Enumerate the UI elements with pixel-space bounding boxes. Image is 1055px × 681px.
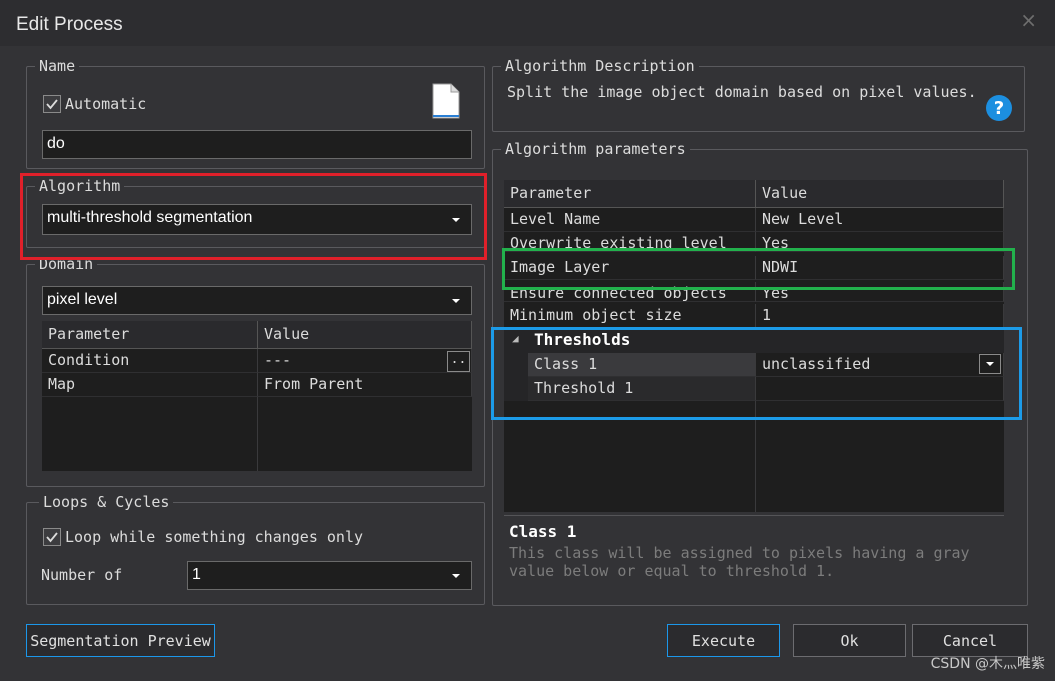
table-row[interactable]: Class 1 [528, 353, 756, 377]
table-row[interactable]: Overwrite existing level [504, 232, 756, 252]
description-group: Algorithm Description Split the image ob… [492, 57, 1025, 132]
ellipsis-button[interactable]: .. [447, 351, 470, 372]
automatic-label: Automatic [65, 95, 147, 113]
help-icon[interactable]: ? [985, 94, 1013, 122]
domain-select-value: pixel level [47, 291, 118, 308]
number-of-label: Number of [41, 566, 123, 584]
grid-divider [257, 397, 258, 471]
chevron-down-icon[interactable] [979, 354, 1001, 374]
document-icon[interactable] [432, 83, 460, 119]
number-of-value: 1 [192, 566, 201, 583]
parameters-group: Algorithm parameters Parameter Value Lev… [492, 140, 1028, 606]
table-cell[interactable]: Yes [756, 282, 1004, 302]
algorithm-select-value: multi-threshold segmentation [47, 209, 253, 226]
close-icon[interactable]: × [1020, 8, 1037, 32]
class1-value[interactable]: unclassified [756, 353, 1004, 377]
chevron-down-icon[interactable] [445, 565, 467, 587]
table-row[interactable]: Threshold 1 [528, 377, 756, 401]
name-group: Name Automatic do [26, 57, 485, 169]
domain-col-value: Value [258, 321, 472, 349]
thresholds-category[interactable]: ◢ Thresholds [504, 329, 1004, 353]
domain-grid: Parameter Value Condition --- .. Map Fro… [42, 321, 472, 471]
description-legend: Algorithm Description [501, 57, 699, 75]
threshold-gutter [504, 353, 528, 401]
domain-select[interactable]: pixel level [42, 286, 472, 315]
dialog-client: Name Automatic do Algorithm multi-thresh… [0, 46, 1055, 681]
checkmark-icon [46, 99, 58, 110]
name-field[interactable]: do [42, 130, 472, 159]
collapse-triangle-icon[interactable]: ◢ [512, 332, 519, 345]
ok-button[interactable]: Ok [793, 624, 906, 657]
automatic-checkbox[interactable] [43, 95, 61, 113]
algorithm-legend: Algorithm [35, 177, 125, 195]
threshold1-value[interactable] [756, 377, 1004, 401]
info-divider [504, 515, 1004, 516]
table-cell[interactable]: NDWI [756, 256, 1004, 280]
execute-button[interactable]: Execute [667, 624, 780, 657]
param-col-parameter: Parameter [504, 180, 756, 208]
window-title: Edit Process [16, 14, 123, 35]
info-text-line1: This class will be assigned to pixels ha… [509, 544, 970, 562]
description-text: Split the image object domain based on p… [507, 83, 977, 101]
info-title: Class 1 [509, 522, 577, 541]
parameters-grid: Parameter Value Level Name New Level Ove… [504, 180, 1004, 512]
table-cell[interactable]: New Level [756, 208, 1004, 232]
table-cell[interactable]: Yes [756, 232, 1004, 252]
loop-label: Loop while something changes only [65, 528, 364, 546]
domain-legend: Domain [35, 255, 98, 273]
watermark: CSDN @木灬唯紫 [930, 656, 1045, 672]
table-row[interactable]: Level Name [504, 208, 756, 232]
thresholds-label: Thresholds [534, 330, 631, 349]
table-row[interactable]: Map [42, 373, 258, 397]
param-col-value: Value [756, 180, 1004, 208]
grid-divider [755, 401, 756, 512]
chevron-down-icon[interactable] [445, 209, 467, 231]
loop-checkbox[interactable] [43, 528, 61, 546]
table-row[interactable]: Condition [42, 349, 258, 373]
table-cell[interactable]: 1 [756, 304, 1004, 328]
domain-group: Domain pixel level Parameter Value Condi… [26, 255, 485, 487]
domain-condition-value[interactable]: --- [258, 349, 472, 373]
parameters-legend: Algorithm parameters [501, 140, 690, 158]
chevron-down-icon[interactable] [445, 290, 467, 312]
checkmark-icon [46, 532, 58, 543]
table-row[interactable]: Image Layer [504, 256, 756, 280]
loops-legend: Loops & Cycles [39, 493, 174, 511]
name-legend: Name [35, 57, 80, 75]
segmentation-preview-button[interactable]: Segmentation Preview [26, 624, 215, 657]
domain-col-parameter: Parameter [42, 321, 258, 349]
algorithm-group: Algorithm multi-threshold segmentation [26, 177, 485, 248]
domain-map-value[interactable]: From Parent [258, 373, 472, 397]
algorithm-select[interactable]: multi-threshold segmentation [42, 204, 472, 235]
class1-value-text: unclassified [762, 355, 871, 373]
svg-text:?: ? [994, 98, 1004, 119]
number-of-select[interactable]: 1 [187, 561, 472, 590]
loops-group: Loops & Cycles Loop while something chan… [26, 493, 485, 605]
table-row[interactable]: Ensure connected objects [504, 282, 756, 302]
info-text-line2: value below or equal to threshold 1. [509, 562, 835, 580]
title-bar: Edit Process × [0, 0, 1055, 46]
table-row[interactable]: Minimum object size [504, 304, 756, 328]
